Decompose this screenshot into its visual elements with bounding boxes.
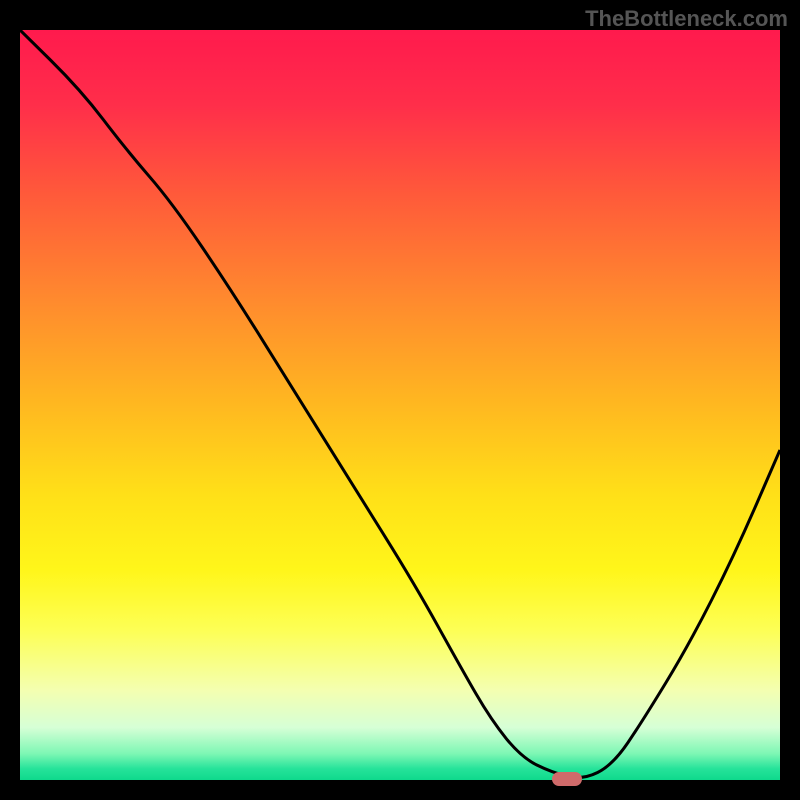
gradient-background	[20, 30, 780, 780]
chart-svg	[20, 30, 780, 780]
watermark-text: TheBottleneck.com	[585, 6, 788, 32]
chart-frame: TheBottleneck.com	[0, 0, 800, 800]
optimal-point-marker	[552, 772, 582, 786]
chart-plot-area	[20, 30, 780, 780]
